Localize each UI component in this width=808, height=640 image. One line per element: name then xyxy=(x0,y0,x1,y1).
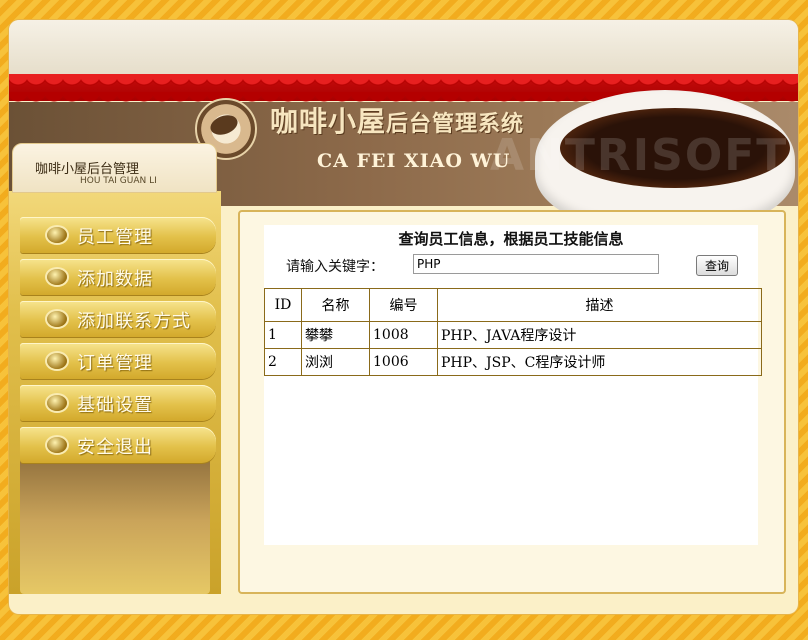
search-label: 请输入关键字： xyxy=(286,259,384,275)
sidebar-item-label: 基础设置 xyxy=(77,395,153,416)
sidebar-item-logout[interactable]: 安全退出 xyxy=(20,427,216,463)
brand-title: 咖啡小屋后台管理系统 xyxy=(270,100,524,140)
sidebar-item-label: 员工管理 xyxy=(77,227,153,248)
employee-table: ID 名称 编号 描述 1 攀攀 1008 PHP、JAVA程序设计 2 浏浏 … xyxy=(264,288,762,376)
cell-description: PHP、JAVA程序设计 xyxy=(437,321,762,349)
bullet-icon xyxy=(47,227,67,243)
bullet-icon xyxy=(47,437,67,453)
sidebar-subtitle: HOU TAI GUAN LI xyxy=(80,176,157,186)
bullet-icon xyxy=(47,269,67,285)
cell-name: 浏浏 xyxy=(301,348,370,376)
cell-name: 攀攀 xyxy=(301,321,370,349)
column-header-name: 名称 xyxy=(301,288,370,322)
bullet-icon xyxy=(47,311,67,327)
sidebar-item-staff-management[interactable]: 员工管理 xyxy=(20,217,216,253)
page-title: 查询员工信息，根据员工技能信息 xyxy=(398,230,624,248)
top-bar xyxy=(9,20,798,79)
sidebar-item-add-data[interactable]: 添加数据 xyxy=(20,259,216,295)
table-row: 1 攀攀 1008 PHP、JAVA程序设计 xyxy=(264,321,762,349)
brand-title-main: 咖啡小屋 xyxy=(270,105,387,138)
search-input[interactable] xyxy=(413,254,659,274)
sidebar-item-label: 添加联系方式 xyxy=(77,311,191,332)
watermark: ANTRISOFT xyxy=(490,130,789,181)
sidebar-item-label: 安全退出 xyxy=(77,437,153,458)
brand-title-suffix: 后台管理系统 xyxy=(386,111,525,137)
sidebar-title: 咖啡小屋后台管理 xyxy=(35,162,140,177)
column-header-number: 编号 xyxy=(369,288,438,322)
bullet-icon xyxy=(47,353,67,369)
cell-description: PHP、JSP、C程序设计师 xyxy=(437,348,762,376)
table-header-row: ID 名称 编号 描述 xyxy=(264,288,762,322)
sidebar-item-label: 订单管理 xyxy=(77,353,153,374)
column-header-description: 描述 xyxy=(437,288,762,322)
cell-number: 1008 xyxy=(369,321,438,349)
sidebar-item-orders[interactable]: 订单管理 xyxy=(20,343,216,379)
search-button[interactable]: 查询 xyxy=(696,255,738,276)
cell-id: 2 xyxy=(264,348,302,376)
cell-number: 1006 xyxy=(369,348,438,376)
bullet-icon xyxy=(47,395,67,411)
brand-subtitle: CA FEI XIAO WU xyxy=(317,150,511,172)
sidebar-item-settings[interactable]: 基础设置 xyxy=(20,385,216,421)
table-row: 2 浏浏 1006 PHP、JSP、C程序设计师 xyxy=(264,348,762,376)
sidebar-item-add-contact[interactable]: 添加联系方式 xyxy=(20,301,216,337)
cell-id: 1 xyxy=(264,321,302,349)
sidebar-bottom-panel xyxy=(20,448,210,594)
column-header-id: ID xyxy=(264,288,302,322)
sidebar-item-label: 添加数据 xyxy=(77,269,153,290)
